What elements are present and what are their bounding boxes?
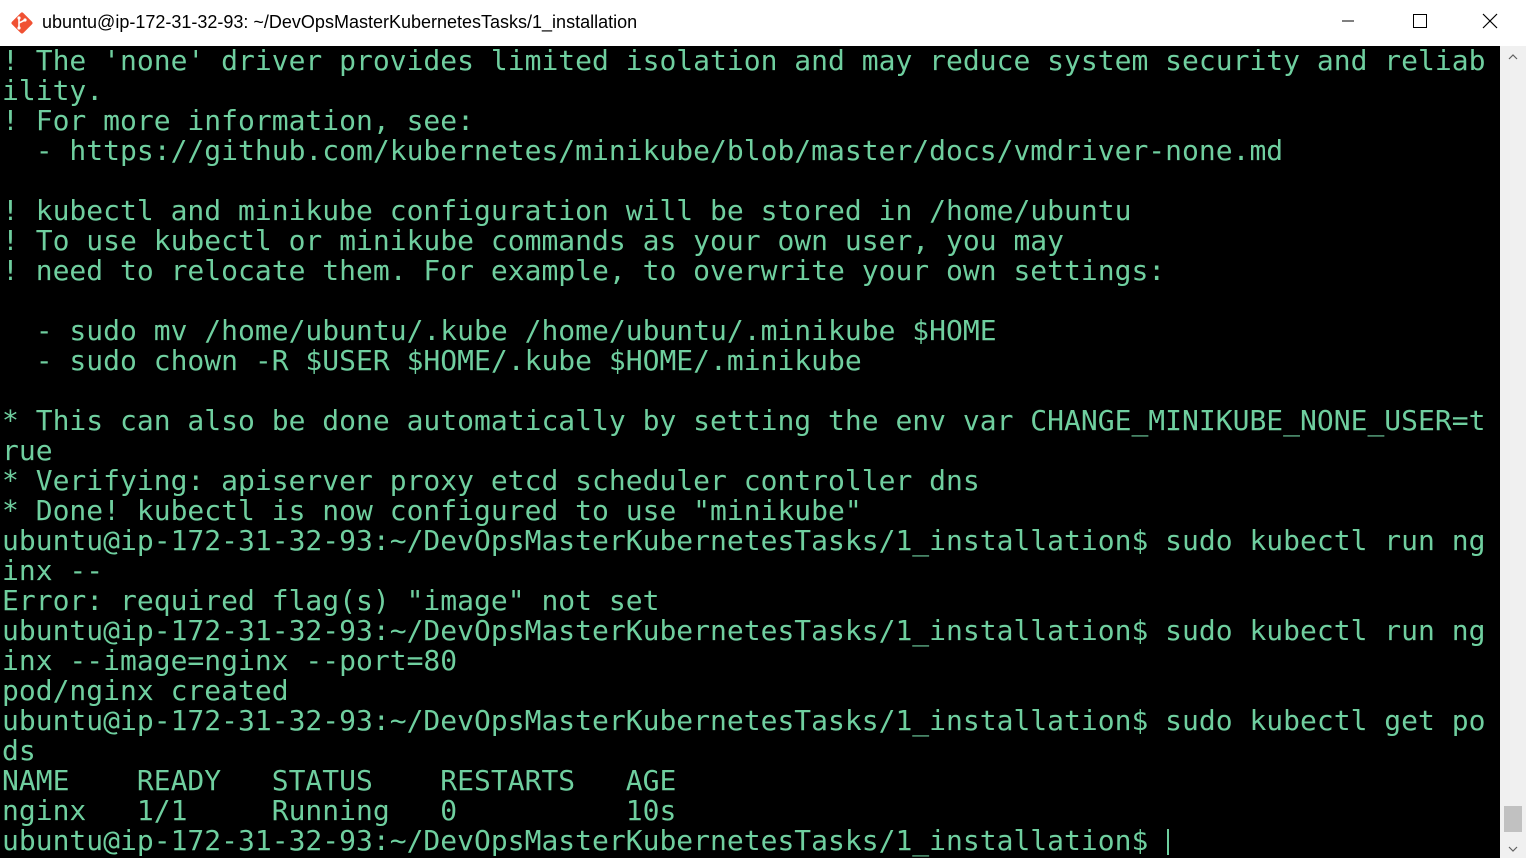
chevron-down-icon [1508,839,1518,857]
terminal-line: NAME READY STATUS RESTARTS AGE [2,764,677,797]
terminal-line: ! need to relocate them. For example, to… [2,254,1166,287]
minimize-icon [1341,14,1355,33]
scroll-down-button[interactable] [1500,838,1526,858]
minimize-button[interactable] [1312,0,1384,46]
terminal-output[interactable]: ! The 'none' driver provides limited iso… [0,46,1500,858]
scroll-up-button[interactable] [1500,46,1526,66]
chevron-up-icon [1508,47,1518,65]
git-bash-icon [10,11,34,35]
terminal-line: * Done! kubectl is now configured to use… [2,494,862,527]
terminal-line: - https://github.com/kubernetes/minikube… [2,134,1284,167]
close-button[interactable] [1454,0,1526,46]
maximize-icon [1412,13,1428,34]
terminal-line: pod/nginx created [2,674,289,707]
title-bar[interactable]: ubuntu@ip-172-31-32-93: ~/DevOpsMasterKu… [0,0,1526,46]
terminal-line: ubuntu@ip-172-31-32-93:~/DevOpsMasterKub… [2,524,1486,557]
text-cursor [1167,829,1170,855]
terminal-line: ! The 'none' driver provides limited iso… [2,46,1486,77]
terminal-line: ! For more information, see: [2,104,475,137]
terminal-line: * Verifying: apiserver proxy etcd schedu… [2,464,980,497]
terminal-line: ubuntu@ip-172-31-32-93:~/DevOpsMasterKub… [2,704,1486,737]
terminal-lines: ! The 'none' driver provides limited iso… [2,46,1485,856]
terminal-line: - sudo mv /home/ubuntu/.kube /home/ubunt… [2,314,997,347]
terminal-line: * This can also be done automatically by… [2,404,1486,437]
terminal-line: rue [2,434,53,467]
terminal-line: ility. [2,74,104,107]
terminal-prompt-line[interactable]: ubuntu@ip-172-31-32-93:~/DevOpsMasterKub… [2,826,1485,856]
window-title: ubuntu@ip-172-31-32-93: ~/DevOpsMasterKu… [42,12,638,32]
terminal-line: ds [2,734,36,767]
terminal-line: nginx 1/1 Running 0 10s [2,794,677,827]
terminal-line: - sudo chown -R $USER $HOME/.kube $HOME/… [2,344,862,377]
vertical-scrollbar[interactable] [1500,46,1526,858]
terminal-line: ! To use kubectl or minikube commands as… [2,224,1065,257]
terminal-line: ! kubectl and minikube configuration wil… [2,194,1132,227]
terminal-line: inx -- [2,554,104,587]
terminal-prompt: ubuntu@ip-172-31-32-93:~/DevOpsMasterKub… [2,824,1166,857]
terminal-line: ubuntu@ip-172-31-32-93:~/DevOpsMasterKub… [2,614,1486,647]
close-icon [1482,13,1498,34]
maximize-button[interactable] [1384,0,1456,46]
terminal-line: Error: required flag(s) "image" not set [2,584,660,617]
terminal-line: inx --image=nginx --port=80 [2,644,458,677]
scrollbar-thumb[interactable] [1504,806,1522,832]
